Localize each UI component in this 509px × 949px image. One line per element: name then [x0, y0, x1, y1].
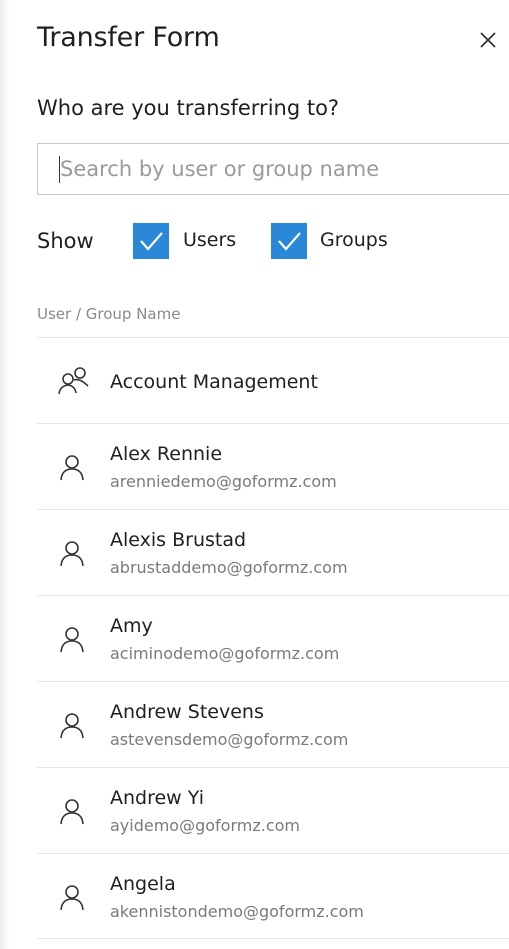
entry-name: Angela — [110, 873, 176, 895]
search-box — [37, 143, 509, 195]
user-icon — [57, 538, 87, 568]
list-item-user[interactable]: Alexis Brustad abrustaddemo@goformz.com — [37, 509, 509, 595]
list-item-user[interactable]: Andrew Stevens astevensdemo@goformz.com — [37, 681, 509, 767]
transfer-prompt: Who are you transferring to? — [37, 96, 340, 120]
panel-title: Transfer Form — [37, 22, 220, 53]
user-icon — [57, 796, 87, 826]
list-item-user[interactable]: Andrew Yi ayidemo@goformz.com — [37, 767, 509, 853]
text-caret — [59, 156, 60, 183]
users-checkbox-label[interactable]: Users — [183, 229, 236, 251]
list-item-user[interactable]: Amy aciminodemo@goformz.com — [37, 595, 509, 681]
search-input[interactable] — [38, 144, 509, 194]
group-icon — [57, 366, 89, 396]
user-icon — [57, 882, 87, 912]
groups-checkbox-label[interactable]: Groups — [320, 229, 388, 251]
show-filter: Show Users Groups — [37, 222, 477, 262]
close-icon — [474, 26, 502, 54]
user-icon — [57, 624, 87, 654]
groups-checkbox[interactable] — [271, 223, 307, 259]
panel-shadow — [0, 0, 10, 949]
entry-name: Amy — [110, 615, 153, 637]
entry-name: Alex Rennie — [110, 443, 223, 465]
entry-email: abrustaddemo@goformz.com — [110, 558, 348, 577]
entry-email: astevensdemo@goformz.com — [110, 730, 349, 749]
list-item-user[interactable]: Angela akennistondemo@goformz.com — [37, 853, 509, 939]
user-icon — [57, 710, 87, 740]
entry-name: Andrew Yi — [110, 787, 204, 809]
entry-email: aciminodemo@goformz.com — [110, 644, 340, 663]
entry-name: Account Management — [110, 371, 318, 393]
checkmark-icon — [133, 223, 169, 259]
list-item-group[interactable]: Account Management — [37, 337, 509, 423]
transfer-form-panel: Transfer Form Who are you transferring t… — [0, 0, 509, 949]
column-header: User / Group Name — [37, 305, 181, 323]
entry-name: Andrew Stevens — [110, 701, 264, 723]
entry-email: arenniedemo@goformz.com — [110, 472, 337, 491]
entry-email: ayidemo@goformz.com — [110, 816, 300, 835]
checkmark-icon — [271, 223, 307, 259]
entry-email: akennistondemo@goformz.com — [110, 902, 364, 921]
users-checkbox[interactable] — [133, 223, 169, 259]
close-button[interactable] — [474, 26, 502, 54]
show-label: Show — [37, 229, 94, 253]
recipient-list: Account Management Alex Rennie arenniede… — [37, 337, 509, 939]
user-icon — [57, 452, 87, 482]
entry-name: Alexis Brustad — [110, 529, 247, 551]
list-item-user[interactable]: Alex Rennie arenniedemo@goformz.com — [37, 423, 509, 509]
